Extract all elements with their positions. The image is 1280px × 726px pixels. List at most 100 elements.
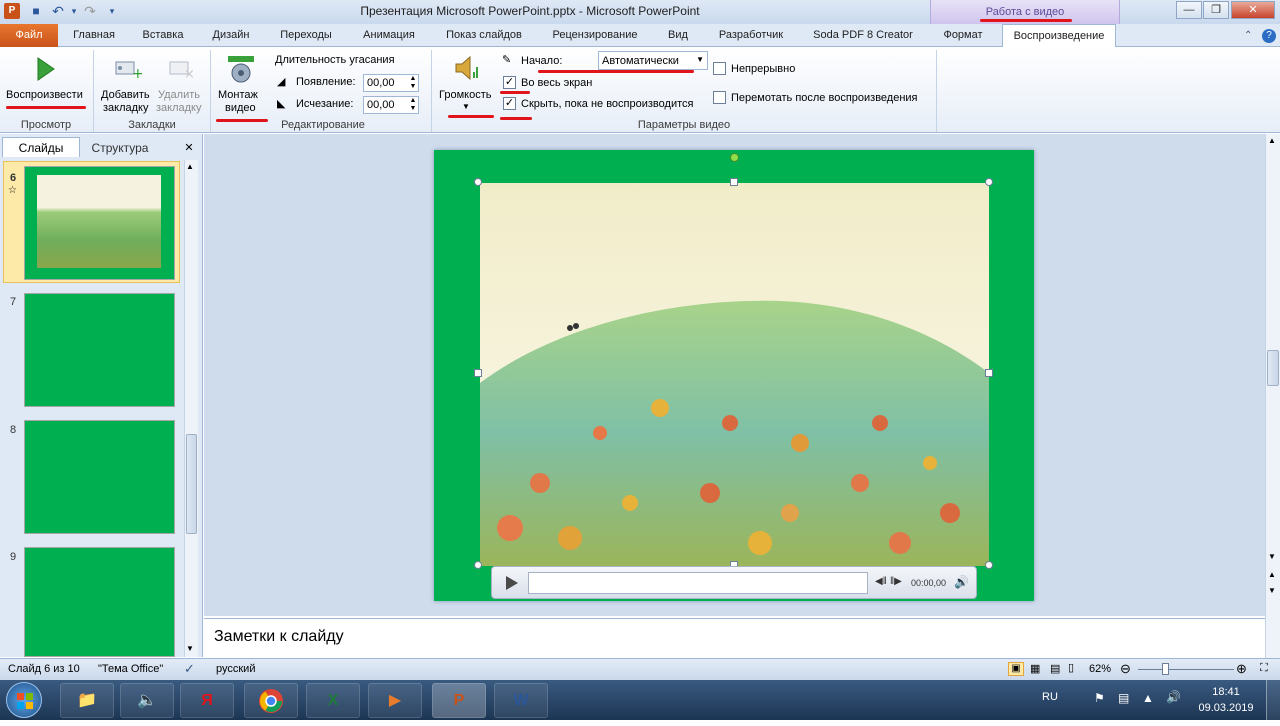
player-taskbar-icon[interactable]: ▶ xyxy=(368,683,422,718)
slideshow-view-icon[interactable]: ▯ xyxy=(1068,661,1074,674)
maximize-button[interactable]: ❐ xyxy=(1203,1,1229,19)
tab-review[interactable]: Рецензирование xyxy=(542,24,648,47)
video-tools-title: Работа с видео xyxy=(985,6,1065,18)
media-taskbar-icon[interactable]: 🔈 xyxy=(120,683,174,718)
fade-in-spinner[interactable]: ▲ ▼ xyxy=(407,75,419,91)
prev-slide-icon[interactable]: ▲ xyxy=(1268,570,1276,579)
resize-handle[interactable] xyxy=(474,561,482,569)
scroll-down-icon[interactable]: ▼ xyxy=(1268,552,1276,561)
remove-bookmark-button[interactable]: × Удалить закладку xyxy=(156,52,206,116)
close-pane-icon[interactable]: ✕ xyxy=(180,138,198,158)
fade-out-value: 00,00 xyxy=(367,99,395,111)
tab-home[interactable]: Главная xyxy=(62,24,126,47)
scroll-down-icon[interactable]: ▼ xyxy=(186,644,194,653)
tab-animations[interactable]: Анимация xyxy=(352,24,426,47)
resize-handle[interactable] xyxy=(474,369,482,377)
slide-thumbnail[interactable] xyxy=(24,166,175,280)
zoom-out-icon[interactable]: ⊖ xyxy=(1120,661,1131,677)
excel-taskbar-icon[interactable]: X xyxy=(306,683,360,718)
resize-handle[interactable] xyxy=(730,178,738,186)
slide-thumbnail[interactable] xyxy=(24,547,175,657)
slide-number: 9 xyxy=(10,551,17,563)
tab-developer[interactable]: Разработчик xyxy=(706,24,796,47)
scroll-up-icon[interactable]: ▲ xyxy=(186,162,194,171)
slide-thumbnail[interactable] xyxy=(24,420,175,534)
zoom-slider-thumb[interactable] xyxy=(1162,663,1169,675)
scroll-up-icon[interactable]: ▲ xyxy=(1268,136,1276,145)
flag-icon[interactable]: ⚑ xyxy=(1094,691,1105,705)
scroll-thumb[interactable] xyxy=(186,434,197,534)
word-taskbar-icon[interactable]: W xyxy=(494,683,548,718)
zoom-slider[interactable] xyxy=(1138,669,1234,670)
tab-outline[interactable]: Структура xyxy=(82,138,158,158)
group-bookmarks-label: Закладки xyxy=(128,119,176,131)
start-button[interactable] xyxy=(6,682,42,718)
theme-name[interactable]: "Тема Office" xyxy=(98,663,163,675)
slide-thumbnail[interactable] xyxy=(24,293,175,407)
workspace-scrollbar[interactable]: ▲ ▼ ▲ ▼ xyxy=(1265,134,1280,658)
close-button[interactable]: ✕ xyxy=(1231,1,1275,19)
tab-playback[interactable]: Воспроизведение xyxy=(1002,24,1116,48)
tab-format[interactable]: Формат xyxy=(930,24,996,47)
slide-counter: Слайд 6 из 10 xyxy=(8,663,80,675)
chevron-down-icon: ▼ xyxy=(696,55,704,64)
rewind-checkbox[interactable] xyxy=(713,91,726,104)
tab-slideshow[interactable]: Показ слайдов xyxy=(436,24,532,47)
powerpoint-taskbar-icon[interactable]: P xyxy=(432,683,486,718)
collapse-ribbon-icon[interactable]: ⌃ xyxy=(1244,30,1256,42)
slides-scrollbar[interactable]: ▲ ▼ xyxy=(184,160,198,657)
tab-soda-pdf[interactable]: Soda PDF 8 Creator xyxy=(806,24,920,47)
language[interactable]: русский xyxy=(216,663,255,675)
start-label: Начало: xyxy=(521,55,563,67)
loop-checkbox[interactable] xyxy=(713,62,726,75)
fullscreen-checkbox[interactable]: ✓ xyxy=(503,76,516,89)
explorer-taskbar-icon[interactable]: 📁 xyxy=(60,683,114,718)
rotate-handle[interactable] xyxy=(730,153,739,162)
resize-handle[interactable] xyxy=(474,178,482,186)
zoom-in-icon[interactable]: ⊕ xyxy=(1236,661,1247,677)
resize-handle[interactable] xyxy=(985,178,993,186)
tab-insert[interactable]: Вставка xyxy=(134,24,192,47)
notes-area[interactable]: Заметки к слайду xyxy=(204,618,1265,658)
chrome-taskbar-icon[interactable] xyxy=(244,683,298,718)
minimize-button[interactable]: — xyxy=(1176,1,1202,19)
fit-to-window-icon[interactable]: ⛶ xyxy=(1260,662,1268,675)
volume-button[interactable]: Громкость ▼ xyxy=(436,52,496,116)
scroll-thumb[interactable] xyxy=(1267,350,1279,386)
hide-while-not-playing-checkbox[interactable]: ✓ xyxy=(503,97,516,110)
video-timeline[interactable] xyxy=(528,572,868,594)
slide-sorter-icon[interactable]: ▦ xyxy=(1030,662,1040,675)
next-slide-icon[interactable]: ▼ xyxy=(1268,586,1276,595)
start-select[interactable]: Автоматически ▼ xyxy=(598,51,708,70)
help-icon[interactable]: ? xyxy=(1262,29,1276,43)
tab-file[interactable]: Файл xyxy=(0,24,58,47)
normal-view-icon[interactable]: ▣ xyxy=(1008,662,1024,676)
tab-view[interactable]: Вид xyxy=(658,24,698,47)
tab-design[interactable]: Дизайн xyxy=(202,24,260,47)
clock-time[interactable]: 18:41 xyxy=(1196,686,1256,698)
signal-icon[interactable]: ▲ xyxy=(1142,691,1154,705)
start-select-value: Автоматически xyxy=(602,55,679,67)
network-icon[interactable]: ▤ xyxy=(1118,691,1129,705)
tab-transitions[interactable]: Переходы xyxy=(270,24,342,47)
volume-tray-icon[interactable]: 🔊 xyxy=(1166,690,1181,704)
video-frame[interactable] xyxy=(480,183,989,566)
spellcheck-icon[interactable]: ✓ xyxy=(184,661,195,677)
step-back-icon[interactable]: ◀‖ xyxy=(875,576,887,587)
trim-video-button[interactable]: Монтаж видео xyxy=(214,52,268,116)
reading-view-icon[interactable]: ▤ xyxy=(1050,662,1060,675)
step-forward-icon[interactable]: ‖▶ xyxy=(890,576,902,587)
resize-handle[interactable] xyxy=(985,369,993,377)
play-icon[interactable] xyxy=(504,575,520,591)
speaker-icon[interactable]: 🔊 xyxy=(954,575,969,589)
show-desktop-button[interactable] xyxy=(1266,680,1280,720)
status-bar: Слайд 6 из 10 "Тема Office" ✓ русский ▣ … xyxy=(0,658,1280,680)
yandex-taskbar-icon[interactable]: Я xyxy=(180,683,234,718)
tab-slides[interactable]: Слайды xyxy=(2,137,80,157)
add-bookmark-button[interactable]: + Добавить закладку xyxy=(98,52,156,116)
zoom-level[interactable]: 62% xyxy=(1089,663,1111,675)
keyboard-language[interactable]: RU xyxy=(1042,691,1058,703)
clock-date[interactable]: 09.03.2019 xyxy=(1196,702,1256,714)
resize-handle[interactable] xyxy=(985,561,993,569)
fade-out-spinner[interactable]: ▲ ▼ xyxy=(407,97,419,113)
